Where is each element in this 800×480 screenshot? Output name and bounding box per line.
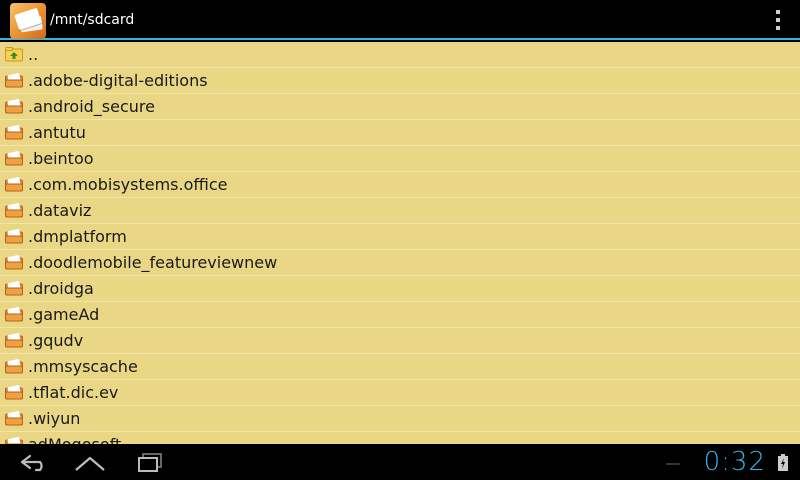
- folder-icon: [5, 203, 23, 218]
- folder-icon: [5, 437, 23, 444]
- action-bar: /mnt/sdcard: [0, 0, 800, 40]
- file-name: .droidga: [28, 279, 94, 298]
- current-path-title: /mnt/sdcard: [50, 12, 135, 28]
- file-manager-icon[interactable]: [10, 3, 46, 39]
- file-name: .gameAd: [28, 305, 100, 324]
- file-name: adMogosoft: [28, 435, 121, 444]
- file-list-item[interactable]: .gameAd: [0, 302, 800, 328]
- file-list-item[interactable]: .mmsyscache: [0, 354, 800, 380]
- file-name: .antutu: [28, 123, 86, 142]
- folder-icon: [5, 307, 23, 322]
- folder-icon: [5, 281, 23, 296]
- file-list-item[interactable]: .tflat.dic.ev: [0, 380, 800, 406]
- overflow-menu-icon[interactable]: [770, 10, 786, 30]
- file-name: .doodlemobile_featureviewnew: [28, 253, 278, 272]
- file-list[interactable]: .. .adobe-digital-editions .android_secure…: [0, 42, 800, 444]
- file-name: .tflat.dic.ev: [28, 383, 119, 402]
- navigation-bar: 0:32: [0, 444, 800, 480]
- file-name: .gqudv: [28, 331, 84, 350]
- battery-charging-icon: [778, 454, 788, 471]
- file-list-item[interactable]: .wiyun: [0, 406, 800, 432]
- file-name: .android_secure: [28, 97, 155, 116]
- clock: 0:32: [703, 447, 766, 477]
- file-name: .mmsyscache: [28, 357, 138, 376]
- folder-icon: [5, 333, 23, 348]
- folder-icon: [5, 177, 23, 192]
- file-name: .com.mobisystems.office: [28, 175, 228, 194]
- file-list-item[interactable]: adMogosoft: [0, 432, 800, 444]
- file-name: .adobe-digital-editions: [28, 71, 208, 90]
- recent-apps-icon[interactable]: [130, 448, 170, 476]
- file-name: ..: [28, 45, 39, 64]
- file-name: .dataviz: [28, 201, 92, 220]
- file-name: .dmplatform: [28, 227, 127, 246]
- file-list-item[interactable]: .com.mobisystems.office: [0, 172, 800, 198]
- file-list-item[interactable]: .beintoo: [0, 146, 800, 172]
- file-list-item[interactable]: .antutu: [0, 120, 800, 146]
- file-list-item[interactable]: .android_secure: [0, 94, 800, 120]
- folder-icon: [5, 255, 23, 270]
- folder-icon: [5, 125, 23, 140]
- folder-icon: [5, 229, 23, 244]
- home-icon[interactable]: [70, 448, 110, 476]
- parent-directory-row[interactable]: ..: [0, 42, 800, 68]
- file-name: .wiyun: [28, 409, 81, 428]
- file-list-item[interactable]: .droidga: [0, 276, 800, 302]
- folder-icon: [5, 99, 23, 114]
- folder-icon: [5, 359, 23, 374]
- folder-icon: [5, 151, 23, 166]
- file-name: .beintoo: [28, 149, 94, 168]
- parent-folder-icon: [5, 47, 23, 62]
- file-list-item[interactable]: .adobe-digital-editions: [0, 68, 800, 94]
- screen: /mnt/sdcard .. .adobe-digital-editions .an…: [0, 0, 800, 480]
- file-list-item[interactable]: .dataviz: [0, 198, 800, 224]
- file-list-item[interactable]: .doodlemobile_featureviewnew: [0, 250, 800, 276]
- file-list-item[interactable]: .dmplatform: [0, 224, 800, 250]
- folder-icon: [5, 73, 23, 88]
- folder-icon: [5, 385, 23, 400]
- status-dash: [666, 463, 680, 465]
- back-icon[interactable]: [12, 448, 52, 476]
- folder-icon: [5, 411, 23, 426]
- file-list-item[interactable]: .gqudv: [0, 328, 800, 354]
